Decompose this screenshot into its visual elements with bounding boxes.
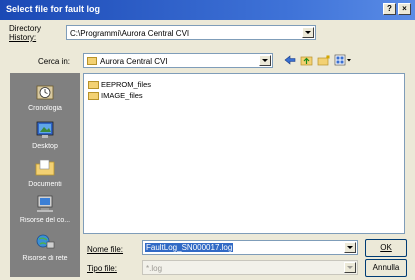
directory-history-combo[interactable]: C:\Programmi\Aurora Central CVI — [66, 25, 316, 40]
ok-button[interactable]: OK — [365, 239, 407, 257]
file-name-dropdown-icon[interactable] — [344, 242, 356, 253]
place-network[interactable]: Risorse di rete — [10, 233, 80, 273]
directory-history-dropdown-icon[interactable] — [302, 27, 314, 38]
folder-icon — [87, 57, 97, 65]
place-label-desktop: Desktop — [32, 143, 58, 150]
history-icon — [36, 85, 54, 100]
look-in-value: Aurora Central CVI — [100, 57, 168, 66]
cancel-button[interactable]: Annulla — [365, 259, 407, 277]
look-in-combo[interactable]: Aurora Central CVI — [83, 53, 273, 68]
network-icon — [36, 234, 55, 249]
place-history[interactable]: Cronologia — [10, 83, 80, 123]
file-item-label: EEPROM_files — [101, 80, 152, 89]
new-folder-icon[interactable] — [317, 54, 331, 66]
file-item-label: IMAGE_files — [101, 91, 143, 100]
file-type-value: *.log — [146, 264, 163, 273]
place-my-computer[interactable]: Risorse del co... — [10, 195, 80, 235]
close-button[interactable]: × — [398, 3, 411, 15]
file-name-label: Nome file: — [87, 245, 124, 254]
directory-history-value: C:\Programmi\Aurora Central CVI — [70, 29, 190, 38]
help-button[interactable]: ? — [383, 3, 396, 15]
file-name-combo[interactable]: FaultLog_SN000017.log — [142, 240, 358, 255]
places-bar: Cronologia Desktop Documenti Risorse del… — [10, 73, 80, 277]
place-desktop[interactable]: Desktop — [10, 121, 80, 161]
file-list[interactable]: EEPROM_files IMAGE_files — [83, 73, 405, 234]
file-type-label: Tipo file: — [87, 264, 117, 273]
window-title: Select file for fault log — [6, 4, 101, 14]
documents-icon — [35, 159, 55, 176]
file-type-dropdown-icon — [344, 262, 356, 273]
file-name-input[interactable]: FaultLog_SN000017.log — [145, 243, 234, 252]
place-label-history: Cronologia — [28, 105, 62, 112]
title-bar: Select file for fault log ? × — [0, 0, 415, 20]
place-documents[interactable]: Documenti — [10, 159, 80, 199]
up-folder-icon[interactable] — [300, 54, 313, 66]
place-label-documents: Documenti — [28, 181, 62, 188]
place-label-network: Risorse di rete — [22, 255, 68, 262]
desktop-icon — [36, 121, 54, 138]
my-computer-icon — [37, 195, 53, 212]
look-in-label: Cerca in: — [38, 57, 71, 66]
folder-icon — [88, 81, 99, 89]
file-type-combo: *.log — [142, 260, 358, 275]
back-icon[interactable] — [284, 55, 296, 65]
look-in-dropdown-icon[interactable] — [259, 55, 271, 66]
view-menu-icon[interactable] — [334, 54, 354, 66]
place-label-my-computer: Risorse del co... — [19, 217, 71, 224]
folder-icon — [88, 92, 99, 100]
directory-history-label: Directory History: — [9, 24, 42, 42]
